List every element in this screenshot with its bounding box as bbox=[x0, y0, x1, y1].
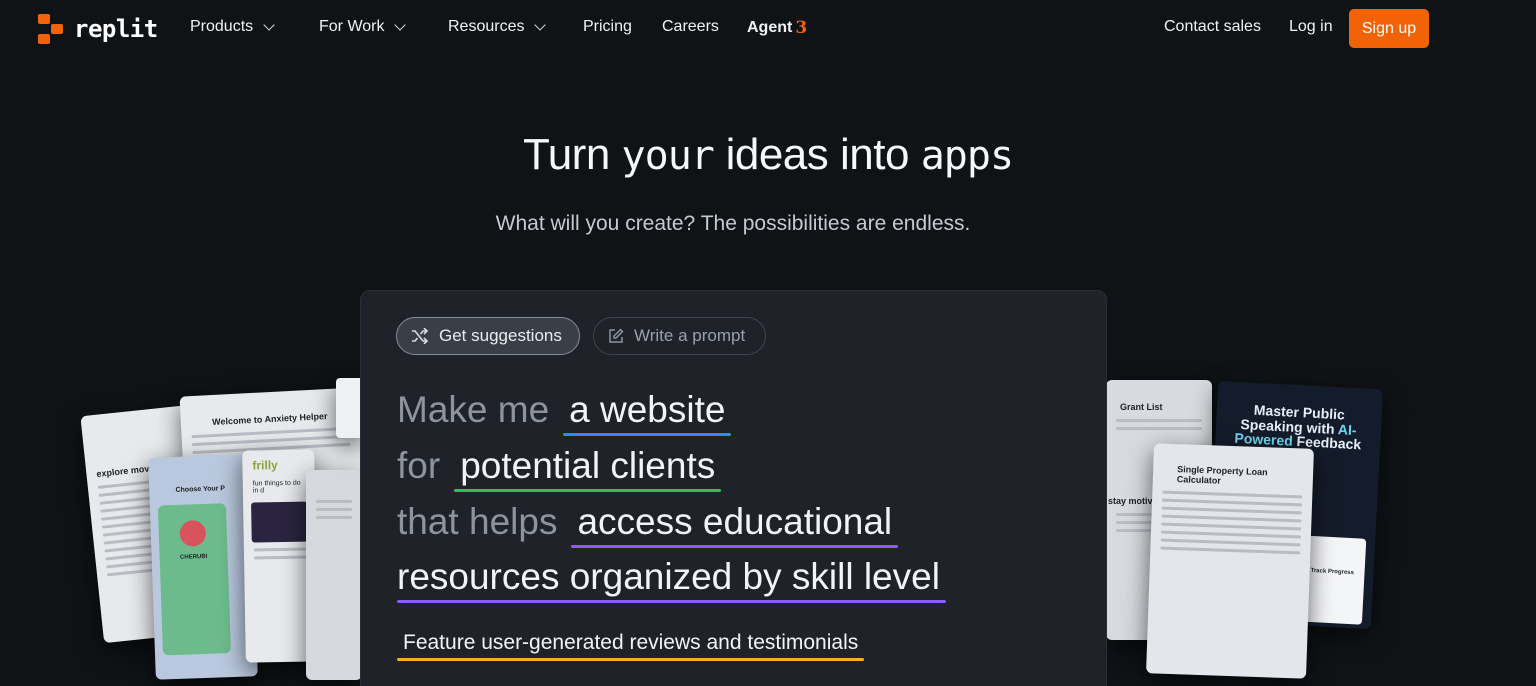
logo-text: replit bbox=[74, 15, 158, 43]
cherubi-creature-panel: CHERUBI bbox=[157, 503, 232, 656]
partial-app-card bbox=[306, 470, 362, 680]
speaking-card-title: Master Public Speaking with AI-Powered F… bbox=[1215, 381, 1383, 454]
sign-up-button[interactable]: Sign up bbox=[1349, 9, 1429, 48]
loan-calculator-card: Single Property Loan Calculator bbox=[1146, 443, 1314, 679]
chevron-down-icon bbox=[394, 18, 407, 31]
edit-icon bbox=[609, 328, 624, 343]
shuffle-icon bbox=[412, 328, 429, 344]
prompt-value-purpose[interactable]: access educational bbox=[571, 501, 898, 548]
prompt-line-2: for potential clients bbox=[397, 445, 721, 487]
prompt-lead: that helps bbox=[397, 501, 558, 542]
anxiety-card-title: Welcome to Anxiety Helper bbox=[211, 411, 328, 428]
nav-products[interactable]: Products bbox=[190, 18, 275, 36]
loan-card-title: Single Property Loan Calculator bbox=[1176, 464, 1268, 486]
prompt-feature[interactable]: Feature user-generated reviews and testi… bbox=[397, 631, 865, 661]
prompt-lead: for bbox=[397, 445, 441, 486]
grant-card-title: Grant List bbox=[1120, 402, 1163, 412]
nav-resources[interactable]: Resources bbox=[448, 18, 547, 36]
chevron-down-icon bbox=[263, 18, 275, 31]
tab-get-suggestions[interactable]: Get suggestions bbox=[396, 317, 580, 355]
nav-agent[interactable]: Agent 3 bbox=[747, 18, 807, 38]
replit-logo-icon bbox=[38, 14, 64, 44]
replit-logo[interactable]: replit bbox=[38, 14, 158, 44]
nav-agent-label: Agent bbox=[747, 19, 793, 36]
tab-write-prompt[interactable]: Write a prompt bbox=[593, 317, 766, 355]
nav-for-work-label: For Work bbox=[319, 18, 385, 35]
creature-icon bbox=[179, 519, 207, 547]
partial-app-card-top bbox=[336, 378, 362, 438]
nav-pricing-label: Pricing bbox=[583, 18, 632, 35]
log-in-label: Log in bbox=[1289, 18, 1333, 35]
prompt-panel: Get suggestions Write a prompt Make me a … bbox=[360, 290, 1107, 686]
frilly-logo: frilly bbox=[252, 458, 278, 473]
prompt-line-3: that helps access educational bbox=[397, 501, 898, 543]
prompt-lead: Make me bbox=[397, 389, 550, 430]
nav-for-work[interactable]: For Work bbox=[319, 18, 407, 36]
tab-get-suggestions-label: Get suggestions bbox=[439, 326, 562, 345]
choose-text: Choose Your P bbox=[175, 485, 226, 494]
hero-subtitle: What will you create? The possibilities … bbox=[495, 212, 971, 235]
frilly-text: fun things to do in d bbox=[252, 479, 301, 495]
track-progress-text: Track Progress bbox=[1310, 567, 1355, 577]
prompt-value-purpose-cont[interactable]: resources organized by skill level bbox=[397, 556, 946, 603]
cherubi-app-card: Choose Your P CHERUBI bbox=[148, 454, 258, 680]
contact-sales-label: Contact sales bbox=[1164, 18, 1261, 35]
nav-products-label: Products bbox=[190, 18, 254, 35]
hero-title-word: your bbox=[621, 133, 715, 179]
hero-title-word: into bbox=[840, 130, 909, 179]
event-thumbnail bbox=[251, 501, 308, 543]
chevron-down-icon bbox=[534, 18, 547, 31]
nav-careers-label: Careers bbox=[662, 18, 719, 35]
prompt-value-type[interactable]: a website bbox=[563, 389, 731, 436]
hero-title-word: apps bbox=[920, 133, 1014, 179]
agent-version-badge: 3 bbox=[795, 18, 808, 38]
nav-resources-label: Resources bbox=[448, 18, 525, 35]
top-nav: replit Products For Work Resources Prici… bbox=[0, 0, 1536, 56]
log-in-link[interactable]: Log in bbox=[1289, 18, 1333, 36]
nav-pricing[interactable]: Pricing bbox=[583, 18, 632, 36]
cherubi-label: CHERUBI bbox=[179, 553, 208, 561]
prompt-value-audience[interactable]: potential clients bbox=[454, 445, 721, 492]
tab-write-prompt-label: Write a prompt bbox=[634, 326, 746, 345]
contact-sales-link[interactable]: Contact sales bbox=[1164, 18, 1261, 36]
track-progress-tile: Track Progress bbox=[1301, 535, 1367, 625]
hero-title-word: ideas bbox=[725, 130, 829, 179]
prompt-line-4: resources organized by skill level bbox=[397, 556, 946, 598]
hero-title: Turn your ideas into apps bbox=[0, 130, 1536, 180]
prompt-line-1: Make me a website bbox=[397, 389, 731, 431]
nav-careers[interactable]: Careers bbox=[662, 18, 719, 36]
hero-title-word: Turn bbox=[522, 130, 610, 179]
